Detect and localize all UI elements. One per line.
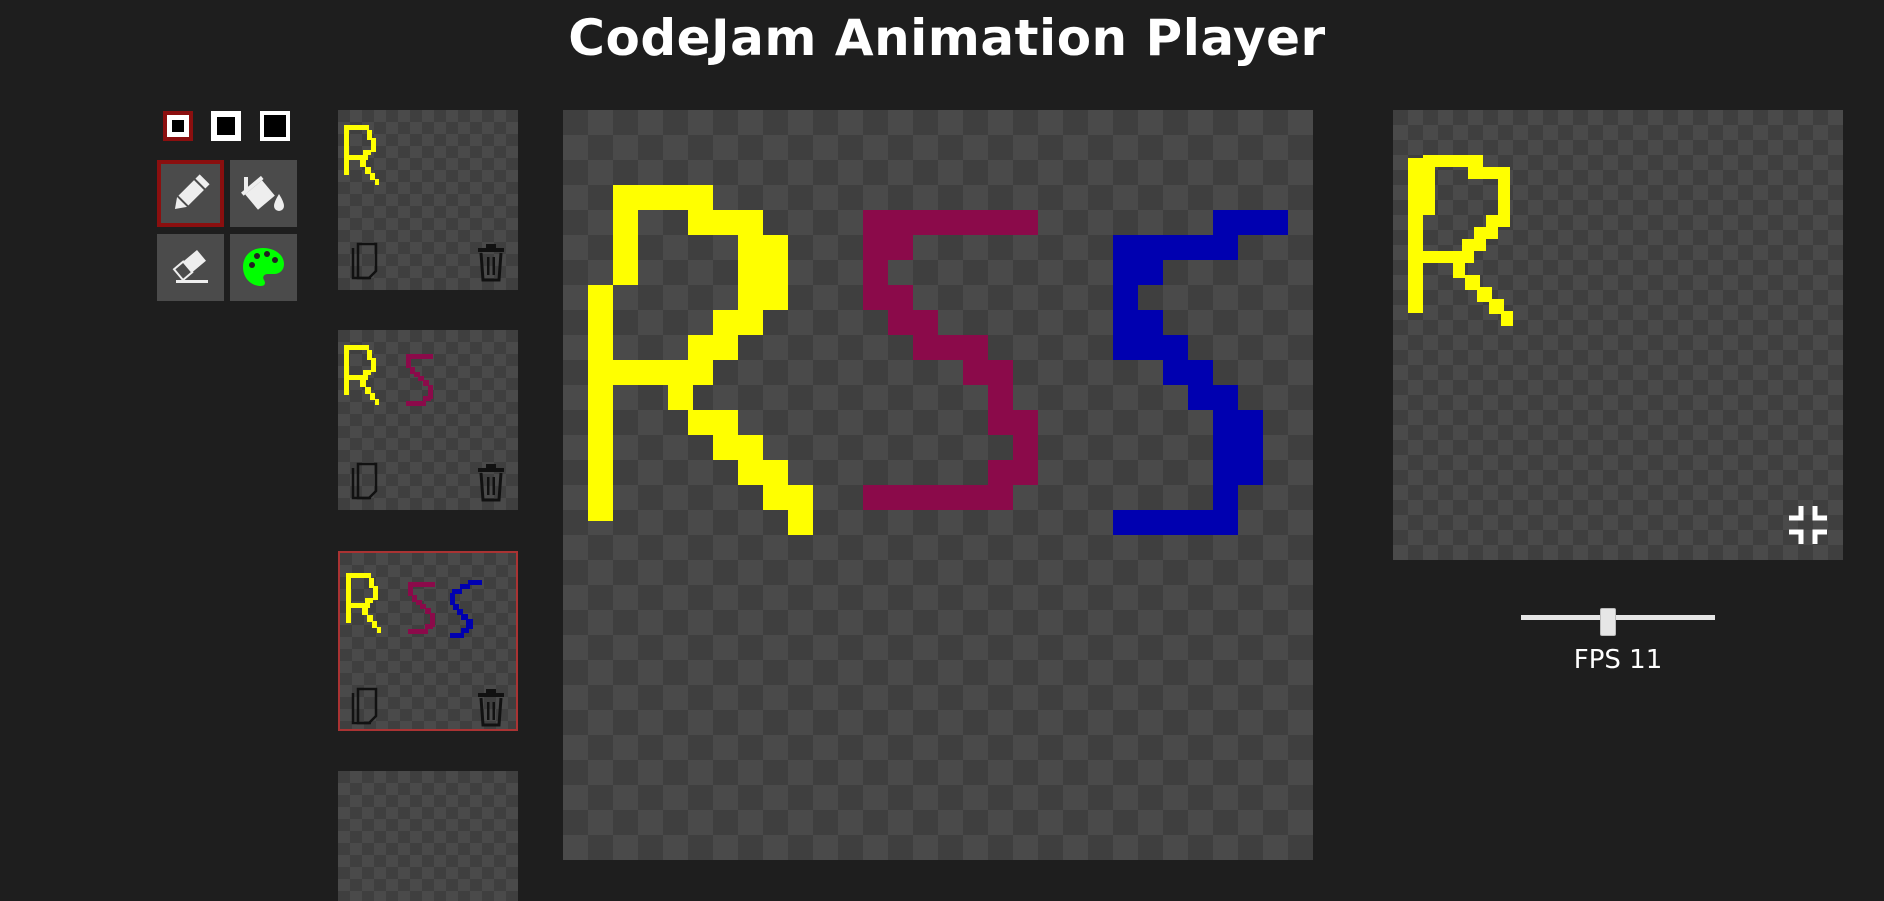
frame-thumbnail-1[interactable]: [338, 110, 518, 290]
pencil-icon: [174, 174, 210, 210]
delete-frame-3-icon[interactable]: [476, 687, 506, 727]
canvas-drawing: [588, 185, 1288, 535]
fps-slider-track[interactable]: [1521, 615, 1715, 620]
letter-s-blue: [1113, 210, 1288, 535]
letter-r-yellow: [588, 185, 813, 535]
exit-fullscreen-icon[interactable]: [1785, 502, 1831, 548]
fps-label: FPS 11: [1573, 645, 1663, 675]
palette-tool-button[interactable]: [230, 234, 297, 301]
preview-drawing: [1408, 155, 1513, 326]
pencil-tool-button[interactable]: [157, 160, 224, 227]
copy-frame-1-icon[interactable]: [350, 242, 380, 282]
copy-frame-2-icon[interactable]: [350, 462, 380, 502]
paint-bucket-icon: [241, 175, 284, 211]
fps-slider-thumb[interactable]: [1600, 608, 1616, 636]
animation-preview: [1393, 110, 1843, 560]
brush-size-small-button[interactable]: [163, 111, 193, 141]
brush-size-medium-button[interactable]: [211, 111, 241, 141]
eraser-tool-button[interactable]: [157, 234, 224, 301]
page-title: CodeJam Animation Player: [568, 9, 1326, 67]
eraser-icon: [172, 249, 208, 283]
fill-tool-button[interactable]: [230, 160, 297, 227]
delete-frame-1-icon[interactable]: [476, 242, 506, 282]
drawing-canvas[interactable]: [563, 110, 1313, 860]
fps-slider[interactable]: [1521, 608, 1715, 638]
frame-thumbnail-3[interactable]: [338, 551, 518, 731]
copy-frame-3-icon[interactable]: [350, 687, 380, 727]
letter-s-maroon: [863, 210, 1038, 510]
palette-icon: [243, 248, 284, 286]
brush-size-large-button[interactable]: [260, 111, 290, 141]
frame-thumbnail-2[interactable]: [338, 330, 518, 510]
delete-frame-2-icon[interactable]: [476, 462, 506, 502]
frame-thumbnail-4[interactable]: [338, 771, 518, 901]
